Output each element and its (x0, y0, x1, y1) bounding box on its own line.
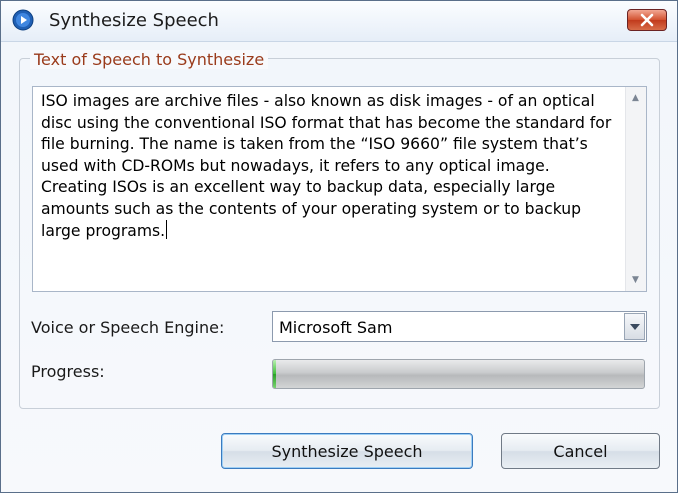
vertical-scrollbar[interactable]: ▲ ▼ (625, 87, 646, 291)
synthesize-speech-button[interactable]: Synthesize Speech (221, 433, 473, 469)
group-legend: Text of Speech to Synthesize (30, 50, 269, 69)
voice-label: Voice or Speech Engine: (31, 318, 225, 337)
voice-dropdown-button[interactable] (624, 313, 645, 340)
window-title: Synthesize Speech (49, 10, 219, 31)
scroll-up-icon[interactable]: ▲ (632, 93, 639, 103)
progress-fill (273, 360, 276, 388)
close-icon (640, 13, 654, 27)
scroll-down-icon[interactable]: ▼ (632, 275, 639, 285)
progress-bar (272, 359, 645, 389)
title-bar[interactable]: Synthesize Speech (1, 1, 677, 42)
voice-selected-value: Microsoft Sam (279, 318, 393, 337)
speech-text-area[interactable]: ISO images are archive files - also know… (32, 86, 647, 292)
chevron-down-icon (630, 324, 640, 330)
progress-label: Progress: (31, 362, 105, 381)
close-button[interactable] (627, 9, 667, 31)
media-play-icon (12, 9, 34, 31)
speech-text: ISO images are archive files - also know… (41, 92, 612, 240)
voice-select[interactable]: Microsoft Sam (272, 311, 647, 342)
text-caret (166, 220, 168, 239)
cancel-button[interactable]: Cancel (501, 433, 660, 469)
